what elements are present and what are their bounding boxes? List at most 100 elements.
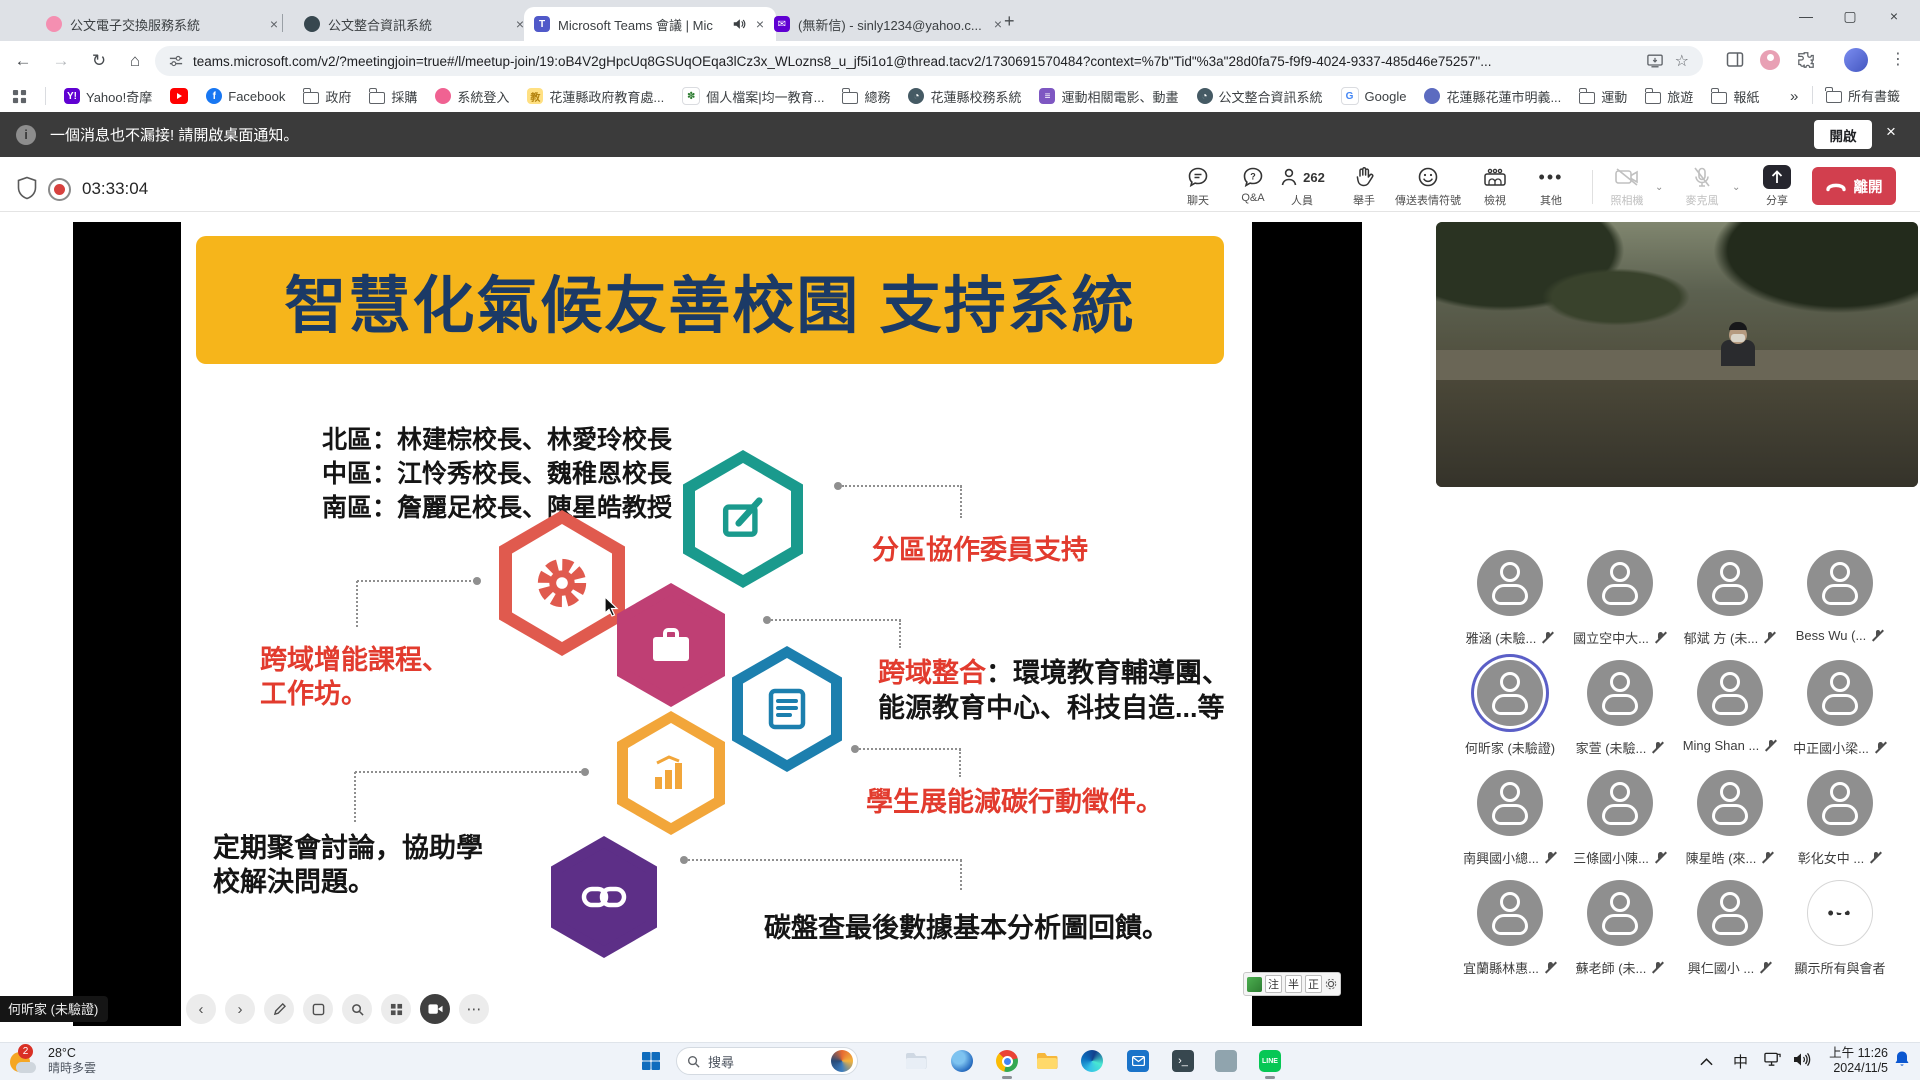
- site-settings-icon[interactable]: [169, 54, 183, 68]
- taskbar-chrome-icon[interactable]: [993, 1047, 1021, 1075]
- bookmarks-overflow-button[interactable]: »: [1790, 88, 1798, 105]
- bookmark-facebook[interactable]: fFacebook: [206, 88, 285, 104]
- taskbar-dark-app-icon[interactable]: ›_: [1169, 1047, 1197, 1075]
- window-maximize-button[interactable]: ▢: [1828, 0, 1872, 32]
- tray-notification-bell-icon[interactable]: [1894, 1050, 1910, 1072]
- taskbar-folder-icon[interactable]: [902, 1047, 930, 1075]
- mic-button[interactable]: 麥克風: [1662, 165, 1742, 208]
- taskbar-line-icon[interactable]: LINE: [1256, 1047, 1284, 1075]
- ime-zhuyin-button[interactable]: 注: [1265, 975, 1282, 993]
- tray-show-hidden-icons[interactable]: [1700, 1053, 1713, 1069]
- window-minimize-button[interactable]: —: [1784, 0, 1828, 32]
- participant-tile[interactable]: 家萱 (未驗...: [1566, 660, 1674, 757]
- ime-language-bar[interactable]: 注 半 正: [1243, 972, 1341, 996]
- taskbar-search-box[interactable]: 搜尋: [676, 1047, 858, 1075]
- taskbar-edge-icon[interactable]: [1078, 1047, 1106, 1075]
- speaker-video-tile[interactable]: [1436, 222, 1918, 487]
- extensions-puzzle-icon[interactable]: [1797, 51, 1815, 69]
- participant-tile[interactable]: 陳星皓 (來...: [1676, 770, 1784, 867]
- new-tab-button[interactable]: +: [1004, 11, 1015, 32]
- slide-camera-button[interactable]: [420, 994, 450, 1024]
- tab-close-icon[interactable]: ×: [992, 16, 1004, 32]
- taskbar-browser2-icon[interactable]: [948, 1047, 976, 1075]
- bookmark-folder-procurement[interactable]: 採購: [369, 87, 417, 106]
- extension-user-icon[interactable]: [1760, 50, 1780, 70]
- tab-doc-exchange[interactable]: 公文電子交換服務系統 ×: [36, 7, 290, 41]
- tab-yahoo-mail[interactable]: ✉ (無新信) - sinly1234@yahoo.c... ×: [764, 7, 1014, 41]
- bookmark-doc-system[interactable]: ◔公文整合資訊系統: [1197, 87, 1323, 106]
- notification-close-icon[interactable]: ×: [1886, 122, 1896, 142]
- bookmark-folder-sports[interactable]: 運動: [1579, 87, 1627, 106]
- start-button[interactable]: [637, 1047, 665, 1075]
- bookmark-folder-travel[interactable]: 旅遊: [1645, 87, 1693, 106]
- bookmark-sports-media[interactable]: ≡運動相關電影、動畫: [1039, 87, 1178, 106]
- tab-audio-icon[interactable]: [732, 17, 746, 31]
- participant-tile[interactable]: 中正國小梁...: [1786, 660, 1894, 757]
- bookmark-google[interactable]: GGoogle: [1341, 87, 1407, 105]
- slide-search-button[interactable]: [342, 994, 372, 1024]
- reload-button[interactable]: ↻: [86, 48, 112, 74]
- participant-tile[interactable]: 郁斌 方 (未...: [1676, 550, 1784, 647]
- leave-button[interactable]: 離開: [1812, 167, 1896, 205]
- taskbar-mail-icon[interactable]: [1124, 1047, 1152, 1075]
- participant-tile[interactable]: 南興國小總...: [1456, 770, 1564, 867]
- participant-tile[interactable]: 宜蘭縣林惠...: [1456, 880, 1564, 977]
- participant-tile[interactable]: 彰化女中 ...: [1786, 770, 1894, 867]
- ime-settings-icon[interactable]: [1325, 978, 1337, 990]
- tray-network-icon[interactable]: [1764, 1052, 1781, 1070]
- search-highlight-image[interactable]: [831, 1050, 853, 1072]
- side-panel-icon[interactable]: [1726, 51, 1744, 69]
- install-app-icon[interactable]: [1647, 54, 1663, 68]
- profile-avatar[interactable]: [1844, 48, 1868, 72]
- home-button[interactable]: ⌂: [122, 48, 148, 74]
- participant-tile[interactable]: 蘇老師 (未...: [1566, 880, 1674, 977]
- slide-prev-button[interactable]: ‹: [186, 994, 216, 1024]
- taskbar-file-explorer-icon[interactable]: [1033, 1047, 1061, 1075]
- participant-tile[interactable]: 雅涵 (未驗...: [1456, 550, 1564, 647]
- bookmark-star-icon[interactable]: ☆: [1675, 51, 1689, 71]
- slide-shapes-button[interactable]: [303, 994, 333, 1024]
- participant-tile[interactable]: 三條國小陳...: [1566, 770, 1674, 867]
- forward-button[interactable]: →: [48, 48, 74, 74]
- bookmark-folder-news[interactable]: 報紙: [1711, 87, 1759, 106]
- bookmark-school-system[interactable]: ◔花蓮縣校務系統: [908, 87, 1021, 106]
- bookmark-junyi[interactable]: ✽個人檔案|均一教育...: [682, 87, 824, 106]
- bookmark-mingyi[interactable]: 花蓮縣花蓮市明義...: [1424, 87, 1561, 106]
- show-all-participants-button[interactable]: ••• 顯示所有與會者: [1786, 880, 1894, 977]
- ime-punct-button[interactable]: 正: [1305, 975, 1322, 993]
- all-bookmarks-button[interactable]: 所有書籤: [1826, 86, 1900, 105]
- enable-notifications-button[interactable]: 開啟: [1814, 120, 1872, 149]
- back-button[interactable]: ←: [10, 48, 36, 74]
- bookmark-folder-general[interactable]: 總務: [842, 87, 890, 106]
- participant-tile[interactable]: 興仁國小 ...: [1676, 880, 1784, 977]
- tab-close-icon[interactable]: ×: [268, 16, 280, 32]
- taskbar-gray-app-icon[interactable]: [1212, 1047, 1240, 1075]
- share-button[interactable]: 分享: [1737, 165, 1817, 208]
- taskbar-weather-widget[interactable]: 2 28°C 晴時多雲: [8, 1046, 96, 1076]
- bookmark-youtube[interactable]: [170, 88, 188, 104]
- bookmark-system-login[interactable]: 系統登入: [435, 87, 509, 106]
- participant-tile[interactable]: 國立空中大...: [1566, 550, 1674, 647]
- tray-volume-icon[interactable]: [1793, 1052, 1811, 1070]
- tray-ime-indicator[interactable]: 中: [1733, 1051, 1748, 1072]
- slide-grid-button[interactable]: [381, 994, 411, 1024]
- apps-grid-icon[interactable]: [12, 89, 27, 104]
- more-options-button[interactable]: ••• 其他: [1511, 165, 1591, 208]
- tab-teams-meeting[interactable]: T Microsoft Teams 會議 | Mic ×: [524, 7, 776, 41]
- participant-tile-active[interactable]: 何昕家 (未驗證): [1456, 660, 1564, 757]
- tab-doc-info[interactable]: 公文整合資訊系統 ×: [294, 7, 536, 41]
- bookmark-edu-bureau[interactable]: 教花蓮縣政府教育處...: [527, 87, 664, 106]
- address-bar[interactable]: teams.microsoft.com/v2/?meetingjoin=true…: [155, 46, 1703, 76]
- ime-shape-button[interactable]: 半: [1285, 975, 1302, 993]
- slide-next-button[interactable]: ›: [225, 994, 255, 1024]
- tray-clock[interactable]: 上午 11:26 2024/11/5: [1826, 1046, 1888, 1076]
- bookmark-folder-gov[interactable]: 政府: [303, 87, 351, 106]
- window-close-button[interactable]: ×: [1872, 0, 1916, 32]
- bookmark-yahoo[interactable]: Y!Yahoo!奇摩: [64, 87, 152, 106]
- slide-pen-button[interactable]: [264, 994, 294, 1024]
- slide-more-button[interactable]: ⋯: [459, 994, 489, 1024]
- participant-tile[interactable]: Ming Shan ...: [1676, 660, 1784, 753]
- participant-tile[interactable]: Bess Wu (...: [1786, 550, 1894, 643]
- browser-menu-icon[interactable]: ⋮: [1890, 49, 1906, 69]
- ime-mode-icon[interactable]: [1247, 977, 1262, 992]
